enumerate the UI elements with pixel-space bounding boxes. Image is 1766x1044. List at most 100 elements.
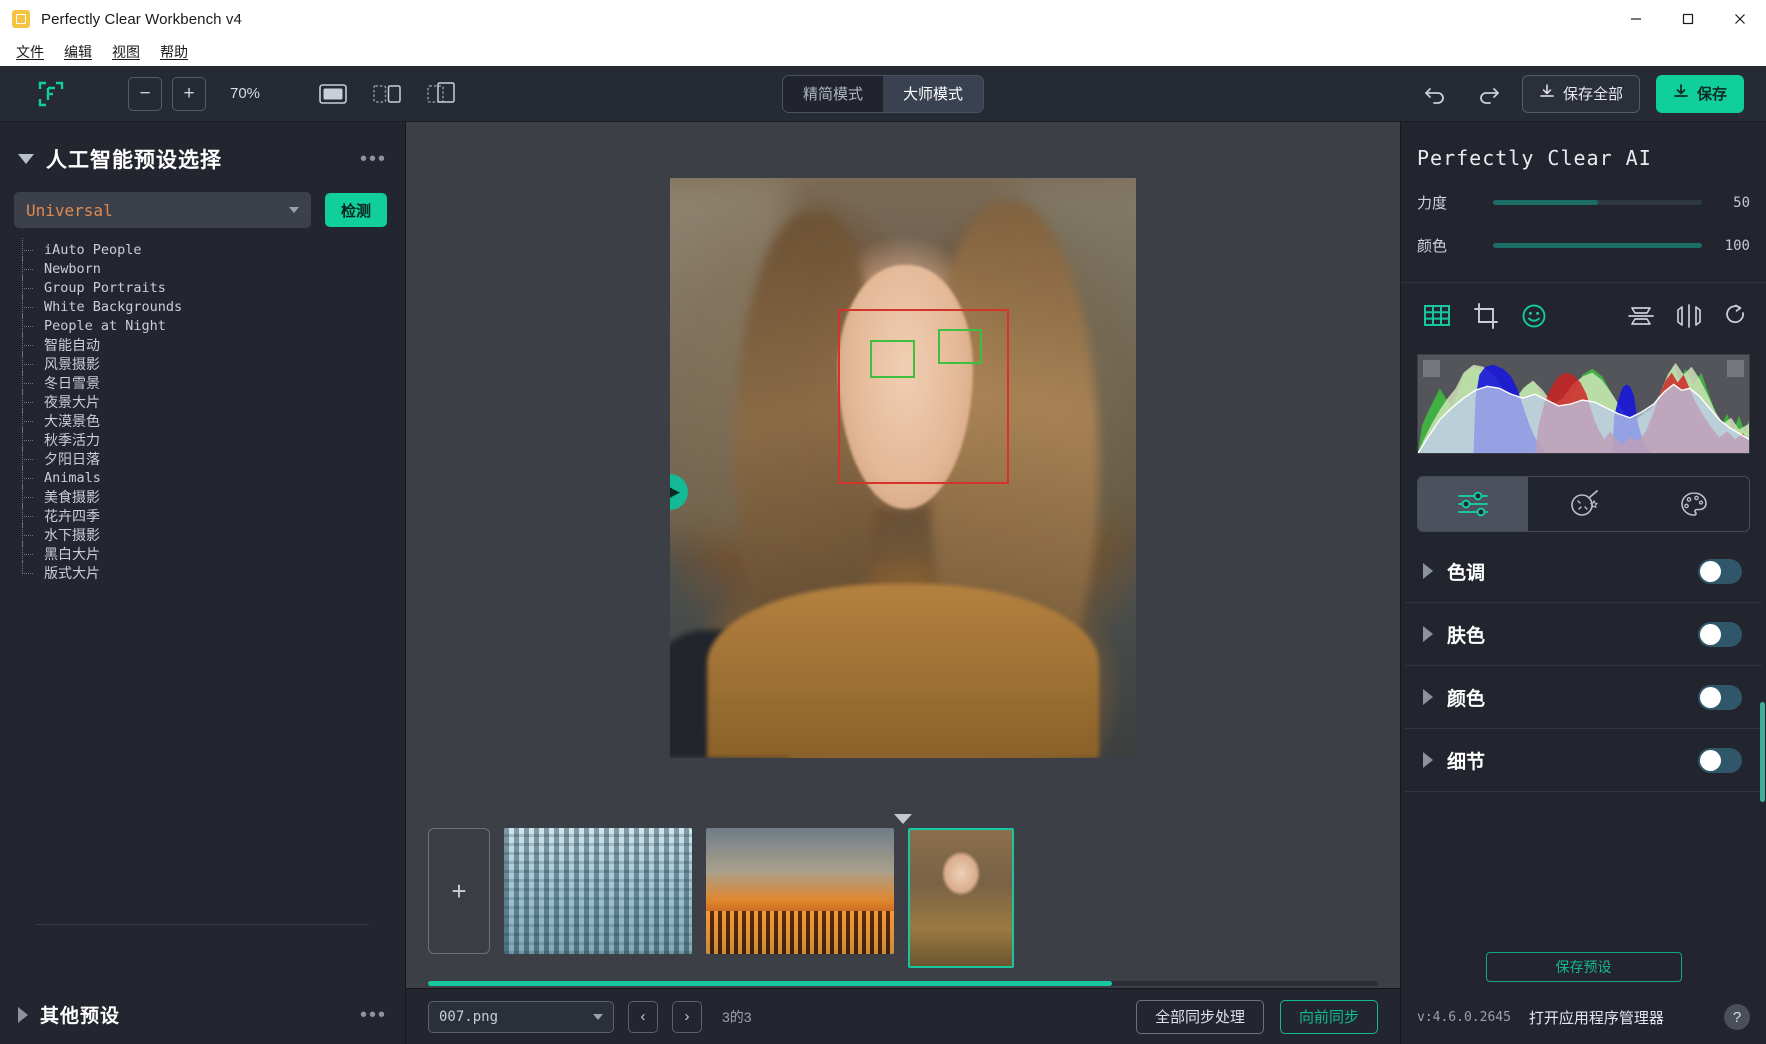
preset-item[interactable]: 夕阳日落: [22, 449, 405, 468]
strength-slider-row: 力度 50: [1401, 192, 1766, 213]
chevron-down-icon[interactable]: [18, 154, 34, 164]
preset-item[interactable]: 智能自动: [22, 335, 405, 354]
preset-item[interactable]: 黑白大片: [22, 544, 405, 563]
adjustment-section-toggle[interactable]: [1698, 748, 1742, 773]
chevron-right-icon[interactable]: [1423, 752, 1433, 768]
undo-icon[interactable]: [1418, 77, 1454, 111]
adjustment-section-row[interactable]: 细节: [1405, 729, 1762, 792]
tree-branch-icon: [22, 449, 42, 468]
menu-help[interactable]: 帮助: [152, 40, 196, 64]
tree-branch-icon: [22, 544, 42, 563]
zoom-in-button[interactable]: +: [172, 77, 206, 111]
adjustment-section-row[interactable]: 肤色: [1405, 603, 1762, 666]
help-icon[interactable]: ?: [1724, 1004, 1750, 1030]
chevron-right-icon[interactable]: [1423, 689, 1433, 705]
histogram[interactable]: [1417, 354, 1750, 454]
chevron-down-icon: [593, 1014, 603, 1020]
rotate-icon[interactable]: [1724, 304, 1748, 333]
preset-item[interactable]: 水下摄影: [22, 525, 405, 544]
preset-item[interactable]: Group Portraits: [22, 278, 405, 297]
previous-image-button[interactable]: ‹: [628, 1001, 658, 1033]
save-button[interactable]: 保存: [1656, 75, 1744, 113]
image-viewport[interactable]: ◀▶: [406, 122, 1400, 814]
preset-item-label: 冬日雪景: [44, 373, 100, 393]
preset-item[interactable]: 秋季活力: [22, 430, 405, 449]
sync-all-button[interactable]: 全部同步处理: [1136, 1000, 1264, 1034]
preset-dropdown[interactable]: Universal: [14, 192, 311, 228]
preset-item[interactable]: 花卉四季: [22, 506, 405, 525]
preset-item[interactable]: 夜景大片: [22, 392, 405, 411]
main-toolbar: − + 70%: [0, 66, 1766, 122]
file-name-dropdown[interactable]: 007.png: [428, 1001, 614, 1033]
other-presets-overflow-icon[interactable]: •••: [360, 1011, 387, 1019]
strength-slider[interactable]: [1493, 200, 1702, 205]
filmstrip-collapse-icon[interactable]: [894, 814, 912, 824]
maximize-button[interactable]: [1662, 0, 1714, 38]
minimize-button[interactable]: [1610, 0, 1662, 38]
save-all-label: 保存全部: [1563, 83, 1623, 104]
preview-image[interactable]: ◀▶: [670, 178, 1136, 758]
preset-item[interactable]: iAuto People: [22, 240, 405, 259]
adjustment-section-row[interactable]: 色调: [1405, 540, 1762, 603]
preset-item[interactable]: 版式大片: [22, 563, 405, 582]
download-icon: [1539, 84, 1555, 104]
flip-horizontal-icon[interactable]: [1676, 304, 1702, 333]
menu-file[interactable]: 文件: [8, 40, 52, 64]
menu-view[interactable]: 视图: [104, 40, 148, 64]
adjustment-section-row[interactable]: 颜色: [1405, 666, 1762, 729]
ai-preset-title: 人工智能预设选择: [46, 144, 222, 174]
tab-magic-wand[interactable]: [1528, 477, 1638, 531]
preset-item[interactable]: 冬日雪景: [22, 373, 405, 392]
color-slider[interactable]: [1493, 243, 1702, 248]
overlay-view-icon[interactable]: [424, 79, 458, 109]
face-detection-box: [838, 309, 1009, 485]
sync-forward-button[interactable]: 向前同步: [1280, 1000, 1378, 1034]
split-view-icon[interactable]: [370, 79, 404, 109]
menu-edit[interactable]: 编辑: [56, 40, 100, 64]
preset-item[interactable]: Newborn: [22, 259, 405, 278]
preset-item[interactable]: White Backgrounds: [22, 297, 405, 316]
save-all-button[interactable]: 保存全部: [1522, 75, 1640, 113]
tree-branch-icon: [22, 259, 42, 278]
tree-branch-icon: [22, 525, 42, 544]
mode-simple-button[interactable]: 精简模式: [783, 76, 883, 112]
next-image-button[interactable]: ›: [672, 1001, 702, 1033]
city-thumbnail[interactable]: [504, 828, 692, 954]
zoom-level-label: 70%: [230, 85, 268, 102]
sunset-thumbnail[interactable]: [706, 828, 894, 954]
portrait-thumbnail[interactable]: [908, 828, 1014, 968]
chevron-right-icon[interactable]: [1423, 626, 1433, 642]
preset-item[interactable]: 大漠景色: [22, 411, 405, 430]
redo-icon[interactable]: [1470, 77, 1506, 111]
chevron-right-icon[interactable]: [1423, 563, 1433, 579]
adjustment-section-toggle[interactable]: [1698, 622, 1742, 647]
window-title: Perfectly Clear Workbench v4: [41, 11, 242, 28]
other-presets-header[interactable]: 其他预设 •••: [0, 985, 405, 1044]
preset-item[interactable]: 风景摄影: [22, 354, 405, 373]
image-counter: 3的3: [722, 1007, 752, 1027]
adjustment-section-toggle[interactable]: [1698, 559, 1742, 584]
zoom-out-button[interactable]: −: [128, 77, 162, 111]
close-button[interactable]: [1714, 0, 1766, 38]
right-panel-scrollbar[interactable]: [1760, 702, 1765, 802]
tab-palette[interactable]: [1639, 477, 1749, 531]
flip-vertical-icon[interactable]: [1628, 304, 1654, 333]
preset-item[interactable]: People at Night: [22, 316, 405, 335]
preset-item[interactable]: Animals: [22, 468, 405, 487]
tab-sliders[interactable]: [1418, 477, 1528, 531]
grid-icon[interactable]: [1423, 303, 1451, 334]
filmstrip-scrollbar[interactable]: [428, 981, 1378, 986]
face-retouch-icon[interactable]: [1521, 303, 1547, 334]
single-view-icon[interactable]: [316, 79, 350, 109]
detect-button[interactable]: 检测: [325, 193, 387, 227]
tree-branch-icon: [22, 297, 42, 316]
preset-item[interactable]: 美食摄影: [22, 487, 405, 506]
adjustment-section-toggle[interactable]: [1698, 685, 1742, 710]
add-image-button[interactable]: +: [428, 828, 490, 954]
save-preset-button[interactable]: 保存预设: [1486, 952, 1682, 982]
mode-master-button[interactable]: 大师模式: [883, 76, 983, 112]
ai-preset-overflow-icon[interactable]: •••: [360, 155, 387, 163]
crop-icon[interactable]: [1473, 303, 1499, 334]
open-app-manager-link[interactable]: 打开应用程序管理器: [1529, 1007, 1664, 1028]
tree-branch-icon: [22, 563, 42, 582]
